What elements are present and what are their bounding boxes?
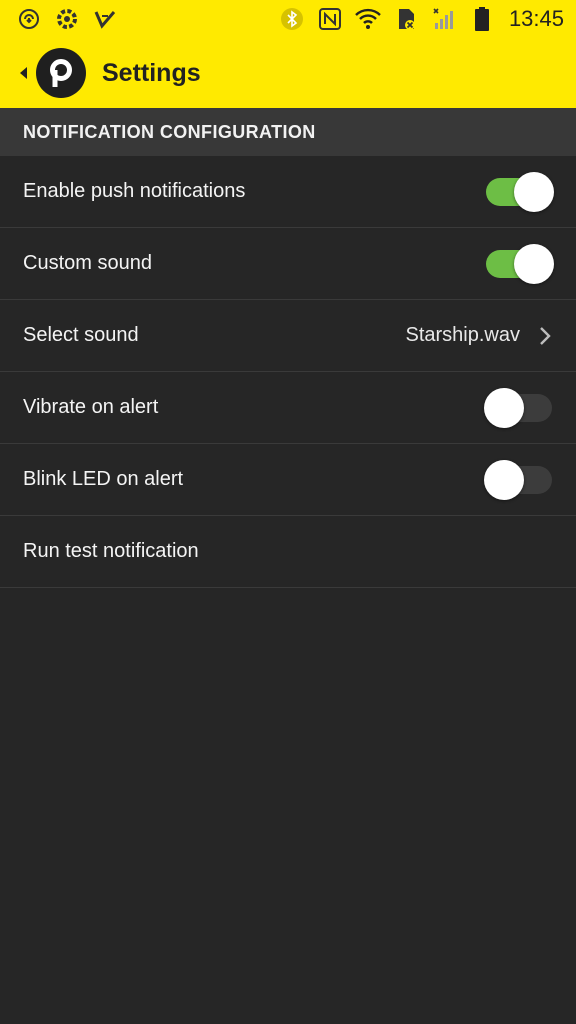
chevron-right-icon [538, 325, 554, 347]
page-title: Settings [102, 58, 201, 87]
status-bar: 13:45 [0, 0, 576, 38]
setting-row-run-test[interactable]: Run test notification [0, 516, 576, 588]
battery-icon [469, 6, 495, 32]
setting-row-vibrate[interactable]: Vibrate on alert [0, 372, 576, 444]
bluetooth-icon [279, 6, 305, 32]
blink-led-toggle[interactable] [484, 459, 554, 500]
app-bar: Settings [0, 38, 576, 108]
setting-label: Custom sound [23, 252, 152, 274]
setting-label: Select sound [23, 324, 139, 346]
custom-sound-toggle[interactable] [486, 243, 554, 284]
run-test-notification-label: Run test notification [23, 540, 199, 562]
toggle-knob [514, 171, 554, 212]
back-arrow-icon [20, 67, 27, 79]
setting-label: Enable push notifications [23, 180, 246, 202]
sd-card-icon [393, 6, 419, 32]
status-time: 13:45 [508, 6, 564, 31]
setting-row-custom-sound[interactable]: Custom sound [0, 228, 576, 300]
section-header: NOTIFICATION CONFIGURATION [0, 108, 576, 156]
push-notifications-toggle[interactable] [486, 171, 554, 212]
setting-row-blink-led[interactable]: Blink LED on alert [0, 444, 576, 516]
setting-row-select-sound[interactable]: Select sound Starship.wav [0, 300, 576, 372]
sync-icon [16, 6, 42, 32]
setting-row-push-notifications[interactable]: Enable push notifications [0, 156, 576, 228]
wifi-icon [355, 6, 381, 32]
app-notification-icon [92, 6, 118, 32]
back-button[interactable] [0, 38, 86, 108]
setting-label: Vibrate on alert [23, 396, 159, 418]
toggle-knob [484, 459, 524, 500]
toggle-knob [514, 243, 554, 284]
vibrate-toggle[interactable] [484, 387, 554, 428]
selected-sound-value: Starship.wav [405, 324, 521, 346]
select-sound-value-group: Starship.wav [406, 324, 555, 347]
toggle-knob [484, 387, 524, 428]
setting-label: Blink LED on alert [23, 468, 184, 490]
settings-gear-icon [54, 6, 80, 32]
settings-list: Enable push notifications Custom sound S… [0, 156, 576, 588]
signal-icon [431, 6, 457, 32]
nfc-icon [317, 6, 343, 32]
app-logo [36, 48, 86, 98]
